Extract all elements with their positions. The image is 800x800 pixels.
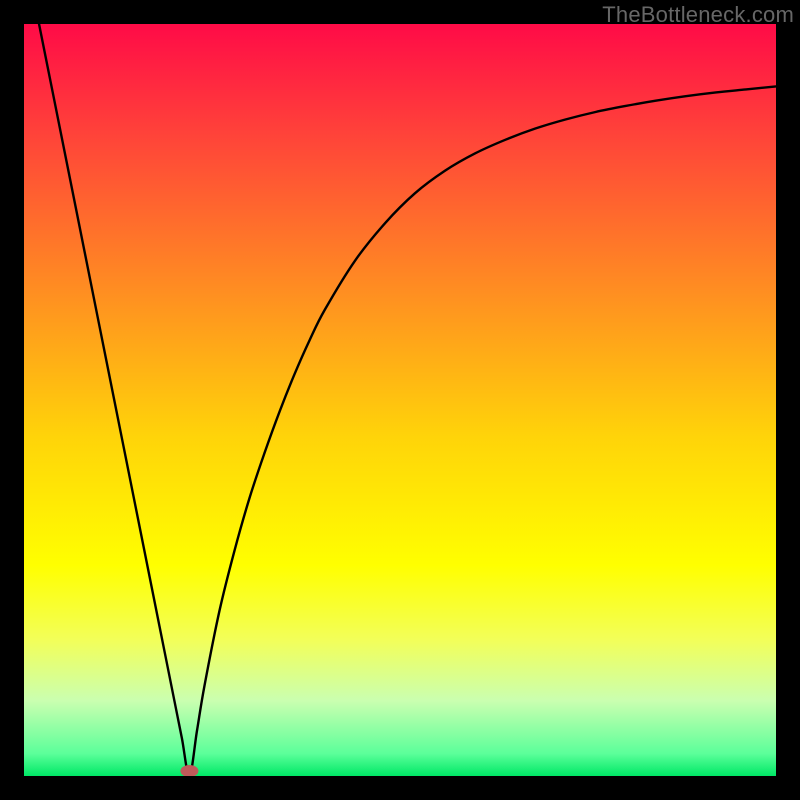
bottleneck-chart — [24, 24, 776, 776]
chart-background — [24, 24, 776, 776]
watermark-text: TheBottleneck.com — [602, 2, 794, 28]
chart-frame — [24, 24, 776, 776]
